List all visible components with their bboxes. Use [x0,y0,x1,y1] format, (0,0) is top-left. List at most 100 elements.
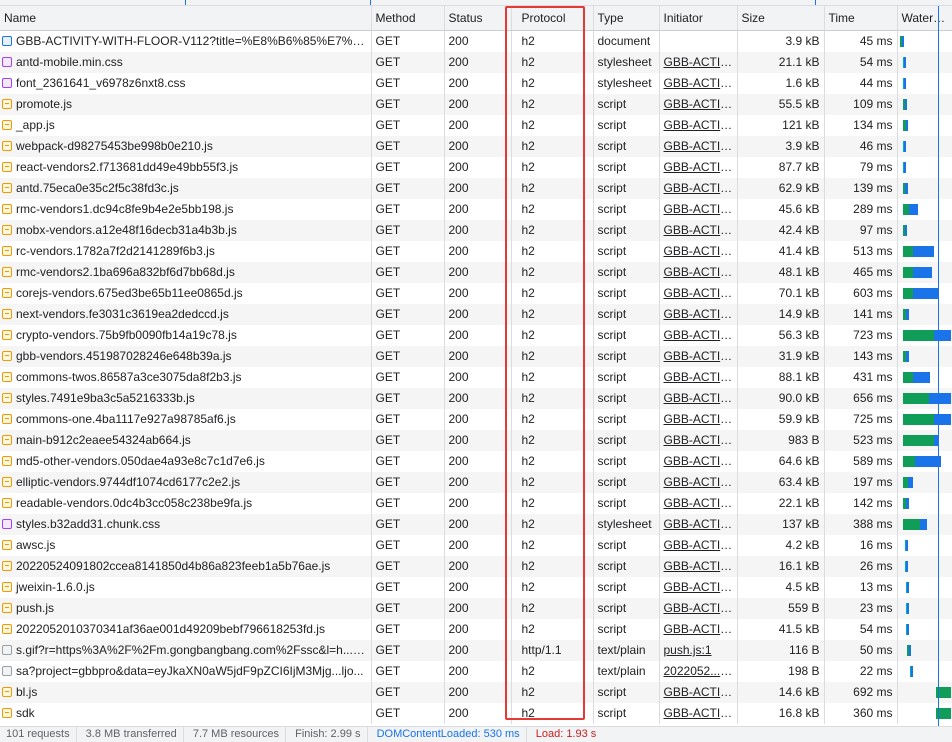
request-name-cell[interactable]: styles.b32add31.chunk.css [0,514,372,535]
initiator-link[interactable]: GBB-ACTIV... [659,262,738,283]
initiator-link[interactable]: 2022052....j... [659,661,738,682]
initiator-link[interactable]: GBB-ACTIV... [659,178,738,199]
initiator-link[interactable]: GBB-ACTIV... [659,115,738,136]
request-name-cell[interactable]: font_2361641_v6978z6nxt8.css [0,73,372,94]
table-row[interactable]: rc-vendors.1782a7f2d2141289f6b3.js GET 200… [0,241,952,262]
initiator-link[interactable]: GBB-ACTIV... [659,430,738,451]
initiator-link[interactable]: GBB-ACTIV... [659,577,738,598]
request-name-cell[interactable]: commons-one.4ba1117e927a98785af6.js [0,409,372,430]
table-row[interactable]: crypto-vendors.75b9fb0090fb14a19c78.js GE… [0,325,952,346]
table-row[interactable]: md5-other-vendors.050dae4a93e8c7c1d7e6.j… [0,451,952,472]
column-header-protocol[interactable]: Protocol [511,6,594,31]
request-name-cell[interactable]: rmc-vendors1.dc94c8fe9b4e2e5bb198.js [0,199,372,220]
request-name-cell[interactable]: 20220524091802ccea8141850d4b86a823feeb1a… [0,556,372,577]
table-row[interactable]: jweixin-1.6.0.js GET 200 h2 script GBB-ACTIV.… [0,577,952,598]
initiator-link[interactable]: GBB-ACTIV... [659,493,738,514]
request-name-cell[interactable]: crypto-vendors.75b9fb0090fb14a19c78.js [0,325,372,346]
initiator-link[interactable]: GBB-ACTIV... [659,514,738,535]
initiator-link[interactable]: GBB-ACTIV... [659,199,738,220]
request-name-cell[interactable]: push.js [0,598,372,619]
table-row[interactable]: antd-mobile.min.css GET 200 h2 stylesheet GBB… [0,52,952,73]
table-row[interactable]: sa?project=gbbpro&data=eyJkaXN0aW5jdF9pZ… [0,661,952,682]
table-row[interactable]: s.gif?r=https%3A%2F%2Fm.gongbangbang.com… [0,640,952,661]
table-row[interactable]: GBB-ACTIVITY-WITH-FLOOR-V112?title=%E8%B… [0,30,952,52]
initiator-link[interactable]: GBB-ACTIV... [659,388,738,409]
request-name-cell[interactable]: gbb-vendors.451987028246e648b39a.js [0,346,372,367]
table-row[interactable]: gbb-vendors.451987028246e648b39a.js GET 20… [0,346,952,367]
column-header-time[interactable]: Time [824,6,898,31]
table-row[interactable]: 2022052010370341af36ae001d49209bebf79661… [0,619,952,640]
initiator-link[interactable] [659,30,738,52]
initiator-link[interactable]: GBB-ACTIV... [659,409,738,430]
request-name-cell[interactable]: sa?project=gbbpro&data=eyJkaXN0aW5jdF9pZ… [0,661,372,682]
initiator-link[interactable]: GBB-ACTIV... [659,220,738,241]
request-name-cell[interactable]: md5-other-vendors.050dae4a93e8c7c1d7e6.j… [0,451,372,472]
request-name-cell[interactable]: rmc-vendors2.1ba696a832bf6d7bb68d.js [0,262,372,283]
initiator-link[interactable]: GBB-ACTIV... [659,682,738,703]
request-name-cell[interactable]: main-b912c2eaee54324ab664.js [0,430,372,451]
request-name-cell[interactable]: antd-mobile.min.css [0,52,372,73]
column-header-initiator[interactable]: Initiator [659,6,738,31]
initiator-link[interactable]: GBB-ACTIV... [659,556,738,577]
table-row[interactable]: react-vendors2.f713681dd49e49bb55f3.js GE… [0,157,952,178]
initiator-link[interactable]: GBB-ACTIV... [659,367,738,388]
request-name-cell[interactable]: corejs-vendors.675ed3be65b11ee0865d.js [0,283,372,304]
column-header-status[interactable]: Status [444,6,512,31]
table-row[interactable]: commons-twos.86587a3ce3075da8f2b3.js GET 2… [0,367,952,388]
table-row[interactable]: webpack-d98275453be998b0e210.js GET 200 h2 s… [0,136,952,157]
table-row[interactable]: 20220524091802ccea8141850d4b86a823feeb1a… [0,556,952,577]
request-name-cell[interactable]: react-vendors2.f713681dd49e49bb55f3.js [0,157,372,178]
request-name-cell[interactable]: 2022052010370341af36ae001d49209bebf79661… [0,619,372,640]
column-header-name[interactable]: Name [0,6,372,31]
column-header-type[interactable]: Type [593,6,660,31]
request-name-cell[interactable]: promote.js [0,94,372,115]
request-name-cell[interactable]: bl.js [0,682,372,703]
initiator-link[interactable]: GBB-ACTIV... [659,535,738,556]
request-name-cell[interactable]: elliptic-vendors.9744df1074cd6177c2e2.js [0,472,372,493]
table-row[interactable]: main-b912c2eaee54324ab664.js GET 200 h2 scri… [0,430,952,451]
table-row[interactable]: promote.js GET 200 h2 script GBB-ACTIV... 55.5… [0,94,952,115]
initiator-link[interactable]: GBB-ACTIV... [659,241,738,262]
request-name-cell[interactable]: _app.js [0,115,372,136]
request-name-cell[interactable]: next-vendors.fe3031c3619ea2dedccd.js [0,304,372,325]
initiator-link[interactable]: GBB-ACTIV... [659,157,738,178]
table-row[interactable]: push.js GET 200 h2 script GBB-ACTIV... 559 B 23… [0,598,952,619]
table-row[interactable]: corejs-vendors.675ed3be65b11ee0865d.js GE… [0,283,952,304]
initiator-link[interactable]: GBB-ACTIV... [659,52,738,73]
initiator-link[interactable]: GBB-ACTIV... [659,283,738,304]
initiator-link[interactable]: GBB-ACTIV... [659,619,738,640]
table-row[interactable]: rmc-vendors1.dc94c8fe9b4e2e5bb198.js GET 2… [0,199,952,220]
table-row[interactable]: styles.b32add31.chunk.css GET 200 h2 stylesh… [0,514,952,535]
initiator-link[interactable]: GBB-ACTIV... [659,325,738,346]
table-row[interactable]: mobx-vendors.a12e48f16decb31a4b3b.js GET 2… [0,220,952,241]
table-row[interactable]: commons-one.4ba1117e927a98785af6.js GET 20… [0,409,952,430]
initiator-link[interactable]: push.js:1 [659,640,738,661]
initiator-link[interactable]: GBB-ACTIV... [659,73,738,94]
initiator-link[interactable]: GBB-ACTIV... [659,472,738,493]
initiator-link[interactable]: GBB-ACTIV... [659,703,738,724]
request-name-cell[interactable]: GBB-ACTIVITY-WITH-FLOOR-V112?title=%E8%B… [0,30,372,52]
request-name-cell[interactable]: awsc.js [0,535,372,556]
table-row[interactable]: antd.75eca0e35c2f5c38fd3c.js GET 200 h2 scri… [0,178,952,199]
table-row[interactable]: sdk GET 200 h2 script GBB-ACTIV... 16.8 kB 360 … [0,703,952,724]
initiator-link[interactable]: GBB-ACTIV... [659,598,738,619]
request-name-cell[interactable]: jweixin-1.6.0.js [0,577,372,598]
initiator-link[interactable]: GBB-ACTIV... [659,304,738,325]
table-row[interactable]: next-vendors.fe3031c3619ea2dedccd.js GET 2… [0,304,952,325]
initiator-link[interactable]: GBB-ACTIV... [659,94,738,115]
request-name-cell[interactable]: readable-vendors.0dc4b3cc058c238be9fa.js [0,493,372,514]
column-header-waterfall[interactable]: Waterfall [897,6,952,31]
request-name-cell[interactable]: styles.7491e9ba3c5a5216333b.js [0,388,372,409]
request-name-cell[interactable]: rc-vendors.1782a7f2d2141289f6b3.js [0,241,372,262]
table-row[interactable]: elliptic-vendors.9744df1074cd6177c2e2.js… [0,472,952,493]
request-name-cell[interactable]: s.gif?r=https%3A%2F%2Fm.gongbangbang.com… [0,640,372,661]
table-row[interactable]: _app.js GET 200 h2 script GBB-ACTIV... 121 kB 1… [0,115,952,136]
column-header-size[interactable]: Size [737,6,825,31]
initiator-link[interactable]: GBB-ACTIV... [659,136,738,157]
request-name-cell[interactable]: antd.75eca0e35c2f5c38fd3c.js [0,178,372,199]
initiator-link[interactable]: GBB-ACTIV... [659,451,738,472]
table-row[interactable]: rmc-vendors2.1ba696a832bf6d7bb68d.js GET 2… [0,262,952,283]
request-name-cell[interactable]: mobx-vendors.a12e48f16decb31a4b3b.js [0,220,372,241]
column-header-method[interactable]: Method [371,6,445,31]
table-row[interactable]: readable-vendors.0dc4b3cc058c238be9fa.js… [0,493,952,514]
